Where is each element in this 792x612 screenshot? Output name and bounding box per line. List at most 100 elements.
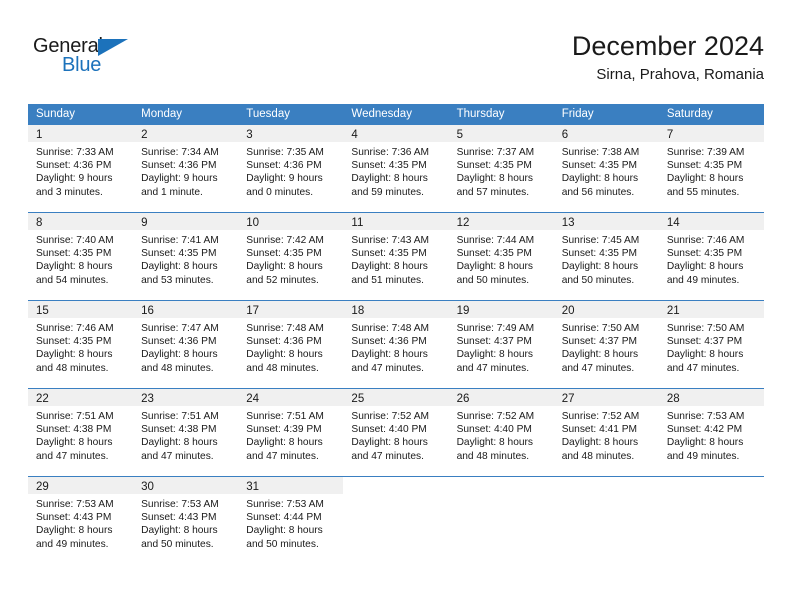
weekday-header-wednesday: Wednesday [351,108,412,120]
day-number: 13 [561,217,575,229]
day-cell[interactable]: 8 Sunrise: 7:40 AM Sunset: 4:35 PM Daylight… [28,213,134,292]
calendar-grid: Sunday Monday Tuesday Wednesday Thursday… [28,104,764,556]
day-cell[interactable]: 29 Sunrise: 7:53 AM Sunset: 4:43 PM Dayligh… [28,477,134,556]
daylight-duration-line2: and 47 minutes. [246,450,319,462]
daylight-duration-line2: and 55 minutes. [666,186,740,198]
day-number: 29 [36,481,49,493]
day-number-band: 14 [658,213,764,230]
day-number-band: 2 [133,125,239,142]
day-cell[interactable]: 23 Sunrise: 7:51 AM Sunset: 4:38 PM Dayligh… [133,389,239,468]
day-number-band [554,477,659,494]
day-cell[interactable]: 2 Sunrise: 7:34 AM Sunset: 4:36 PM Daylight… [133,125,239,204]
sunrise-time: Sunrise: 7:34 AM [141,147,219,158]
day-number-band: 30 [133,477,239,494]
day-number-band: 26 [448,389,554,406]
day-cell[interactable]: 13 Sunrise: 7:45 AM Sunset: 4:35 PM Dayligh… [553,213,659,292]
day-cell[interactable]: 26 Sunrise: 7:52 AM Sunset: 4:40 PM Dayligh… [448,389,554,468]
daylight-duration-line2: and 47 minutes. [141,450,214,462]
day-cell[interactable]: 6 Sunrise: 7:38 AM Sunset: 4:35 PM Daylight… [553,125,659,204]
day-number: 15 [36,305,49,317]
sunrise-time: Sunrise: 7:51 AM [36,411,114,422]
general-blue-logo[interactable]: General Blue [33,35,163,83]
day-cell[interactable]: 20 Sunrise: 7:50 AM Sunset: 4:37 PM Dayligh… [553,301,659,380]
daylight-duration-line1: Daylight: 8 hours [456,261,534,273]
sunset-time: Sunset: 4:40 PM [351,424,427,436]
day-cell[interactable]: 5 Sunrise: 7:37 AM Sunset: 4:35 PM Daylight… [448,125,554,204]
sunset-time: Sunset: 4:36 PM [141,336,217,348]
day-info: Sunrise: 7:42 AM Sunset: 4:35 PM Daylight:… [238,230,343,287]
day-number: 9 [141,217,148,229]
day-info: Sunrise: 7:49 AM Sunset: 4:37 PM Daylight:… [449,318,554,375]
day-cell[interactable]: 15 Sunrise: 7:46 AM Sunset: 4:35 PM Dayligh… [28,301,134,380]
day-info: Sunrise: 7:46 AM Sunset: 4:35 PM Daylight:… [28,318,133,375]
day-cell[interactable]: 7 Sunrise: 7:39 AM Sunset: 4:35 PM Daylight… [658,125,764,204]
day-cell[interactable]: 11 Sunrise: 7:43 AM Sunset: 4:35 PM Dayligh… [343,213,449,292]
title-block: December 2024 Sirna, Prahova, Romania [572,30,764,85]
day-cell[interactable]: 18 Sunrise: 7:48 AM Sunset: 4:36 PM Dayligh… [343,301,449,380]
day-number: 14 [666,217,680,229]
day-info: Sunrise: 7:51 AM Sunset: 4:39 PM Daylight:… [238,406,343,463]
day-cell[interactable]: 12 Sunrise: 7:44 AM Sunset: 4:35 PM Dayligh… [448,213,554,292]
daylight-duration-line2: and 47 minutes. [561,362,635,374]
daylight-duration-line1: Daylight: 8 hours [561,261,639,273]
sunrise-time: Sunrise: 7:41 AM [141,235,219,246]
weekday-header-sunday: Sunday [36,108,76,120]
sunset-time: Sunset: 4:36 PM [141,160,217,172]
daylight-duration-line1: Daylight: 8 hours [36,349,113,361]
daylight-duration-line1: Daylight: 8 hours [561,349,639,361]
sunset-time: Sunset: 4:35 PM [561,248,638,260]
day-cell[interactable]: 19 Sunrise: 7:49 AM Sunset: 4:37 PM Dayligh… [448,301,554,380]
day-cell[interactable]: 31 Sunrise: 7:53 AM Sunset: 4:44 PM Dayligh… [238,477,344,556]
day-cell[interactable]: 4 Sunrise: 7:36 AM Sunset: 4:35 PM Daylight… [343,125,449,204]
sunrise-time: Sunrise: 7:46 AM [666,235,745,246]
day-cell[interactable]: 3 Sunrise: 7:35 AM Sunset: 4:36 PM Daylight… [238,125,344,204]
day-cell[interactable]: 30 Sunrise: 7:53 AM Sunset: 4:43 PM Dayligh… [133,477,239,556]
day-cell[interactable]: 17 Sunrise: 7:48 AM Sunset: 4:36 PM Dayligh… [238,301,344,380]
day-cell[interactable]: 9 Sunrise: 7:41 AM Sunset: 4:35 PM Daylight… [133,213,239,292]
sunrise-time: Sunrise: 7:40 AM [36,235,114,246]
day-cell[interactable]: 25 Sunrise: 7:52 AM Sunset: 4:40 PM Dayligh… [343,389,449,468]
day-number-band [343,477,448,494]
day-number-band: 6 [553,125,659,142]
day-cell[interactable]: 10 Sunrise: 7:42 AM Sunset: 4:35 PM Dayligh… [238,213,344,292]
sunrise-time: Sunrise: 7:53 AM [36,499,114,510]
day-number-band: 31 [238,477,344,494]
daylight-duration-line2: and 47 minutes. [351,450,424,462]
logo-text-blue: Blue [62,54,102,76]
sunrise-time: Sunrise: 7:49 AM [456,323,535,334]
daylight-duration-line2: and 48 minutes. [141,362,214,374]
sunset-time: Sunset: 4:43 PM [36,512,112,524]
day-number: 11 [351,217,364,229]
page-title: December 2024 [571,31,764,61]
weekday-header-row: Sunday Monday Tuesday Wednesday Thursday… [28,104,764,125]
sunrise-time: Sunrise: 7:53 AM [666,411,745,422]
day-cell[interactable]: 22 Sunrise: 7:51 AM Sunset: 4:38 PM Dayligh… [28,389,134,468]
daylight-duration-line1: Daylight: 8 hours [141,437,218,449]
day-cell[interactable]: 27 Sunrise: 7:52 AM Sunset: 4:41 PM Dayligh… [553,389,659,468]
sunset-time: Sunset: 4:35 PM [666,160,743,172]
day-number-band: 12 [448,213,554,230]
day-info: Sunrise: 7:52 AM Sunset: 4:41 PM Daylight:… [554,406,659,463]
day-cell-empty [343,477,448,556]
day-cell[interactable]: 21 Sunrise: 7:50 AM Sunset: 4:37 PM Dayligh… [658,301,764,380]
day-cell[interactable]: 16 Sunrise: 7:47 AM Sunset: 4:36 PM Dayligh… [133,301,239,380]
sunset-time: Sunset: 4:35 PM [351,248,427,260]
daylight-duration-line2: and 53 minutes. [141,274,214,286]
day-number-band: 15 [28,301,134,318]
day-info: Sunrise: 7:50 AM Sunset: 4:37 PM Daylight:… [554,318,659,375]
day-cell[interactable]: 1 Sunrise: 7:33 AM Sunset: 4:36 PM Daylight… [28,125,134,204]
sunrise-time: Sunrise: 7:51 AM [246,411,324,422]
daylight-duration-line2: and 48 minutes. [246,362,319,374]
sunrise-time: Sunrise: 7:37 AM [456,147,535,158]
day-number-band [659,477,764,494]
day-info: Sunrise: 7:51 AM Sunset: 4:38 PM Daylight:… [28,406,133,463]
day-info: Sunrise: 7:53 AM Sunset: 4:43 PM Daylight:… [28,494,133,551]
sunset-time: Sunset: 4:35 PM [561,160,638,172]
day-cell[interactable]: 24 Sunrise: 7:51 AM Sunset: 4:39 PM Dayligh… [238,389,344,468]
daylight-duration-line2: and 47 minutes. [666,362,740,374]
week-row: 15 Sunrise: 7:46 AM Sunset: 4:35 PM Dayligh… [28,300,764,380]
day-cell[interactable]: 28 Sunrise: 7:53 AM Sunset: 4:42 PM Dayligh… [658,389,764,468]
weeks-container: 1 Sunrise: 7:33 AM Sunset: 4:36 PM Daylight… [28,125,764,556]
daylight-duration-line1: Daylight: 8 hours [351,173,428,185]
day-cell[interactable]: 14 Sunrise: 7:46 AM Sunset: 4:35 PM Dayligh… [658,213,764,292]
